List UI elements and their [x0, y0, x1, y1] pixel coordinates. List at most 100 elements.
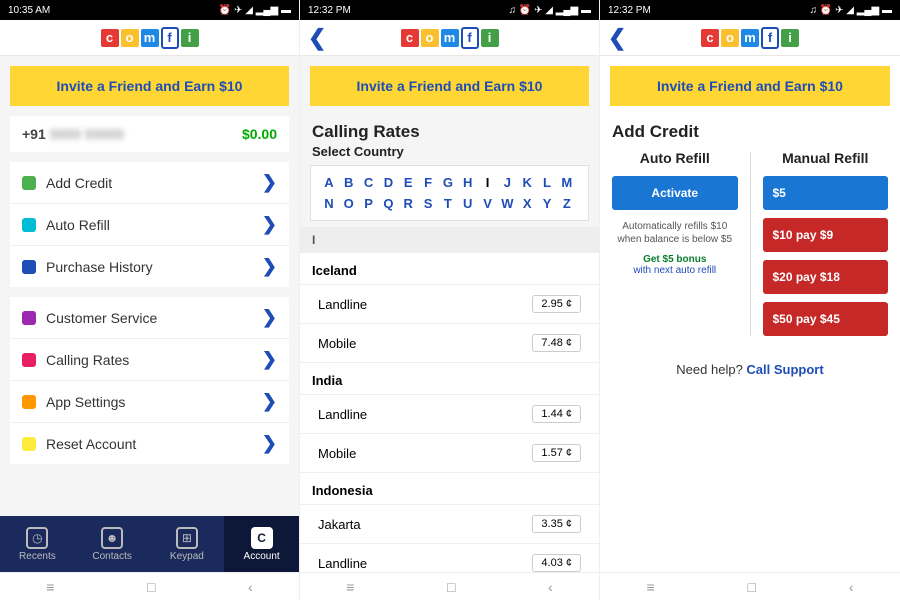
back-button[interactable]: ❮: [608, 25, 626, 51]
refill-option-button[interactable]: $5: [763, 176, 889, 210]
nav-back-icon[interactable]: ‹: [548, 579, 553, 595]
chevron-right-icon: ❯: [262, 256, 277, 277]
alpha-N[interactable]: N: [319, 193, 339, 214]
alpha-U[interactable]: U: [458, 193, 478, 214]
alpha-G[interactable]: G: [438, 172, 458, 193]
alpha-O[interactable]: O: [339, 193, 359, 214]
alpha-E[interactable]: E: [398, 172, 418, 193]
rate-label: Landline: [318, 407, 367, 422]
manual-refill-column: Manual Refill $5$10 pay $9$20 pay $18$50…: [763, 144, 889, 344]
alpha-D[interactable]: D: [378, 172, 398, 193]
refill-option-button[interactable]: $50 pay $45: [763, 302, 889, 336]
rate-row[interactable]: Landline4.03 ¢: [300, 544, 599, 572]
alpha-B[interactable]: B: [339, 172, 359, 193]
status-icons: ♫ ⏰ ✈ ◢ ▂▄▆ ▬: [509, 5, 591, 16]
menu-item[interactable]: Add Credit❯: [10, 162, 289, 204]
alpha-J[interactable]: J: [497, 172, 517, 193]
alpha-C[interactable]: C: [359, 172, 379, 193]
android-nav: ≡ □ ‹: [600, 572, 900, 600]
tab-label: Contacts: [92, 551, 131, 562]
rate-row[interactable]: Landline1.44 ¢: [300, 395, 599, 434]
refill-option-button[interactable]: $20 pay $18: [763, 260, 889, 294]
status-time: 12:32 PM: [308, 5, 351, 16]
screen-add-credit: 12:32 PM ♫ ⏰ ✈ ◢ ▂▄▆ ▬ ❮ comfi Invite a …: [600, 0, 900, 600]
nav-home-icon[interactable]: □: [447, 579, 455, 595]
app-header: comfi: [0, 20, 299, 56]
chevron-right-icon: ❯: [262, 214, 277, 235]
rate-row[interactable]: Jakarta3.35 ¢: [300, 505, 599, 544]
logo: comfi: [401, 27, 499, 49]
alpha-V[interactable]: V: [478, 193, 498, 214]
rate-price: 7.48 ¢: [532, 334, 581, 352]
alpha-I[interactable]: I: [478, 172, 498, 193]
tab-icon: ⊞: [176, 527, 198, 549]
rate-row[interactable]: Landline2.95 ¢: [300, 285, 599, 324]
invite-banner[interactable]: Invite a Friend and Earn $10: [310, 66, 589, 106]
status-time: 12:32 PM: [608, 5, 651, 16]
call-support-link[interactable]: Call Support: [746, 362, 823, 377]
column-divider: [750, 152, 751, 336]
tab-keypad[interactable]: ⊞Keypad: [150, 516, 225, 572]
alpha-M[interactable]: M: [557, 172, 577, 193]
nav-back-icon[interactable]: ‹: [849, 579, 854, 595]
menu-item[interactable]: Reset Account❯: [10, 423, 289, 464]
alpha-T[interactable]: T: [438, 193, 458, 214]
android-nav: ≡ □ ‹: [300, 572, 599, 600]
rate-price: 4.03 ¢: [532, 554, 581, 572]
alpha-L[interactable]: L: [537, 172, 557, 193]
tab-bar: ◷Recents ☻ Contacts ⊞KeypadCAccount: [0, 516, 299, 572]
invite-banner[interactable]: Invite a Friend and Earn $10: [610, 66, 890, 106]
alpha-S[interactable]: S: [418, 193, 438, 214]
menu-item[interactable]: Customer Service❯: [10, 297, 289, 339]
menu-item[interactable]: Auto Refill❯: [10, 204, 289, 246]
nav-home-icon[interactable]: □: [748, 579, 756, 595]
nav-menu-icon[interactable]: ≡: [46, 579, 54, 595]
rate-row[interactable]: Mobile7.48 ¢: [300, 324, 599, 363]
menu-label: App Settings: [46, 394, 125, 410]
refill-option-button[interactable]: $10 pay $9: [763, 218, 889, 252]
alpha-P[interactable]: P: [359, 193, 379, 214]
page-title: Add Credit: [600, 116, 900, 144]
rate-price: 1.57 ¢: [532, 444, 581, 462]
auto-refill-heading: Auto Refill: [640, 150, 710, 166]
status-bar: 12:32 PM ♫ ⏰ ✈ ◢ ▂▄▆ ▬: [600, 0, 900, 20]
balance-amount: $0.00: [242, 126, 277, 142]
alpha-X[interactable]: X: [517, 193, 537, 214]
status-time: 10:35 AM: [8, 5, 50, 16]
menu-item[interactable]: Purchase History❯: [10, 246, 289, 287]
nav-home-icon[interactable]: □: [147, 579, 155, 595]
alpha-F[interactable]: F: [418, 172, 438, 193]
activate-button[interactable]: Activate: [612, 176, 738, 210]
tab-label: Recents: [19, 551, 56, 562]
alpha-K[interactable]: K: [517, 172, 537, 193]
logo: comfi: [101, 27, 199, 49]
nav-menu-icon[interactable]: ≡: [346, 579, 354, 595]
nav-back-icon[interactable]: ‹: [248, 579, 253, 595]
alpha-Y[interactable]: Y: [537, 193, 557, 214]
balance-row: +91 9999 99999 $0.00: [10, 116, 289, 152]
rate-section-header: I: [300, 227, 599, 253]
status-icons: ♫ ⏰ ✈ ◢ ▂▄▆ ▬: [810, 5, 892, 16]
alpha-H[interactable]: H: [458, 172, 478, 193]
alpha-W[interactable]: W: [497, 193, 517, 214]
select-country-label: Select Country: [300, 144, 599, 165]
menu-item[interactable]: Calling Rates❯: [10, 339, 289, 381]
alpha-A[interactable]: A: [319, 172, 339, 193]
rate-row[interactable]: Mobile1.57 ¢: [300, 434, 599, 473]
menu-dot-icon: [22, 353, 36, 367]
menu-group-secondary: Customer Service❯Calling Rates❯App Setti…: [10, 297, 289, 464]
alpha-Z[interactable]: Z: [557, 193, 577, 214]
tab-account[interactable]: CAccount: [224, 516, 299, 572]
back-button[interactable]: ❮: [308, 25, 326, 51]
nav-menu-icon[interactable]: ≡: [646, 579, 654, 595]
tab-recents[interactable]: ◷Recents: [0, 516, 75, 572]
invite-banner[interactable]: Invite a Friend and Earn $10: [10, 66, 289, 106]
tab-icon: ☻: [101, 527, 123, 549]
alpha-R[interactable]: R: [398, 193, 418, 214]
menu-group-primary: Add Credit❯Auto Refill❯Purchase History❯: [10, 162, 289, 287]
alpha-Q[interactable]: Q: [378, 193, 398, 214]
rate-label: Landline: [318, 297, 367, 312]
chevron-right-icon: ❯: [262, 307, 277, 328]
tab-contacts[interactable]: ☻ Contacts: [75, 516, 150, 572]
menu-item[interactable]: App Settings❯: [10, 381, 289, 423]
